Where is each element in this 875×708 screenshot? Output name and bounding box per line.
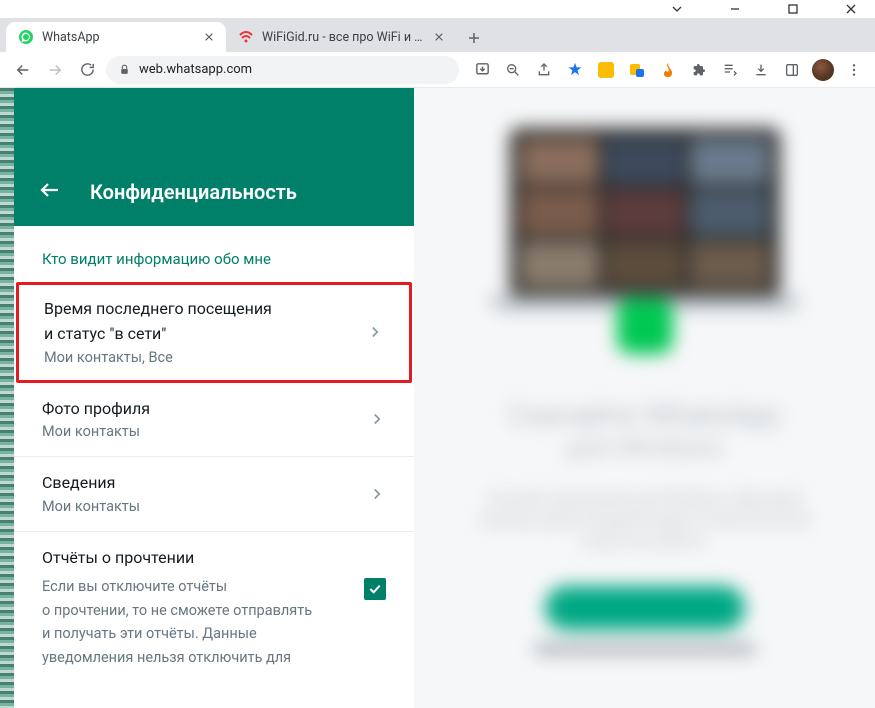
tab-wifigid[interactable]: WiFiGid.ru - все про WiFi и беспроводные…	[226, 22, 456, 52]
chevron-right-icon	[368, 485, 386, 503]
lock-icon	[118, 63, 131, 76]
row-desc-line2: о прочтении, то не сможете отправлять	[42, 601, 312, 621]
sidepanel-icon[interactable]	[781, 59, 803, 81]
extension-flame-icon[interactable]	[657, 59, 679, 81]
promo-subheading: для Windows	[567, 433, 722, 463]
panel-body: Кто видит информацию обо мне Время после…	[14, 226, 414, 708]
window-maximize-button[interactable]	[779, 1, 807, 17]
row-label: Сведения	[42, 473, 140, 494]
row-sub: Мои контакты, Все	[44, 349, 272, 366]
nav-forward-button[interactable]	[42, 57, 68, 83]
tab-close-icon[interactable]	[202, 30, 216, 44]
extension-blue-badge-icon[interactable]	[626, 59, 648, 81]
window-minimize-button[interactable]	[721, 1, 749, 17]
zoom-icon[interactable]	[502, 59, 524, 81]
read-receipts-checkbox[interactable]	[364, 578, 386, 600]
row-label-line1: Время последнего посещения	[44, 299, 272, 320]
row-profile-photo[interactable]: Фото профиля Мои контакты	[14, 383, 414, 458]
row-label: Отчёты о прочтении	[42, 548, 312, 569]
page-content: Конфиденциальность Кто видит информацию …	[0, 88, 875, 708]
browser-tabstrip: WhatsApp WiFiGid.ru - все про WiFi и бес…	[0, 18, 875, 52]
share-icon[interactable]	[533, 59, 555, 81]
browser-toolbar: web.whatsapp.com ★	[0, 52, 875, 88]
tab-label: WiFiGid.ru - все про WiFi и беспроводные…	[262, 30, 424, 45]
install-app-icon[interactable]	[471, 59, 493, 81]
whatsapp-badge-icon	[617, 298, 673, 354]
nav-reload-button[interactable]	[74, 57, 100, 83]
reading-list-icon[interactable]	[719, 59, 741, 81]
left-decoration	[0, 88, 14, 708]
extensions-puzzle-icon[interactable]	[688, 59, 710, 81]
new-tab-button[interactable]	[460, 24, 488, 52]
tab-close-icon[interactable]	[432, 30, 446, 44]
chevron-right-icon	[366, 323, 384, 341]
nav-back-button[interactable]	[10, 57, 36, 83]
row-sub: Мои контакты	[42, 498, 140, 515]
menu-dots-icon[interactable]	[843, 59, 865, 81]
row-desc-line3: и получать эти отчёты. Данные	[42, 624, 312, 644]
row-desc-line1: Если вы отключите отчёты	[42, 577, 312, 597]
bookmark-star-icon[interactable]: ★	[564, 59, 586, 81]
row-about[interactable]: Сведения Мои контакты	[14, 457, 414, 532]
row-read-receipts[interactable]: Отчёты о прочтении Если вы отключите отч…	[14, 532, 414, 683]
row-last-seen[interactable]: Время последнего посещения и статус "в с…	[16, 282, 412, 383]
back-arrow-icon[interactable]	[38, 178, 62, 202]
profile-avatar[interactable]	[812, 59, 834, 81]
window-titlebar	[0, 0, 875, 18]
row-sub: Мои контакты	[42, 423, 150, 440]
row-label-line2: и статус "в сети"	[44, 324, 272, 345]
extension-yellow-icon[interactable]	[595, 59, 617, 81]
panel-title: Конфиденциальность	[90, 180, 297, 204]
whatsapp-favicon-icon	[18, 29, 34, 45]
laptop-illustration	[490, 128, 800, 338]
promo-paragraph: Скачайте приложение для Windows с функци…	[465, 489, 825, 552]
row-desc-line4: уведомления нельзя отключить для	[42, 648, 312, 668]
privacy-panel: Конфиденциальность Кто видит информацию …	[14, 88, 414, 708]
address-url: web.whatsapp.com	[139, 62, 252, 77]
promo-footer-text	[535, 644, 755, 654]
tab-label: WhatsApp	[42, 30, 194, 45]
promo-heading: Скачайте WhatsApp	[508, 398, 780, 433]
address-bar[interactable]: web.whatsapp.com	[106, 56, 459, 84]
tab-whatsapp[interactable]: WhatsApp	[6, 22, 226, 52]
panel-header: Конфиденциальность	[14, 88, 414, 226]
window-dropdown-button[interactable]	[663, 1, 691, 17]
wifigid-favicon-icon	[238, 29, 254, 45]
chevron-right-icon	[368, 410, 386, 428]
window-close-button[interactable]	[837, 1, 865, 17]
row-label: Фото профиля	[42, 399, 150, 420]
promo-area: Скачайте WhatsApp для Windows Скачайте п…	[414, 88, 875, 708]
download-icon[interactable]	[750, 59, 772, 81]
section-heading: Кто видит информацию обо мне	[14, 226, 414, 282]
promo-download-button[interactable]	[545, 586, 745, 630]
